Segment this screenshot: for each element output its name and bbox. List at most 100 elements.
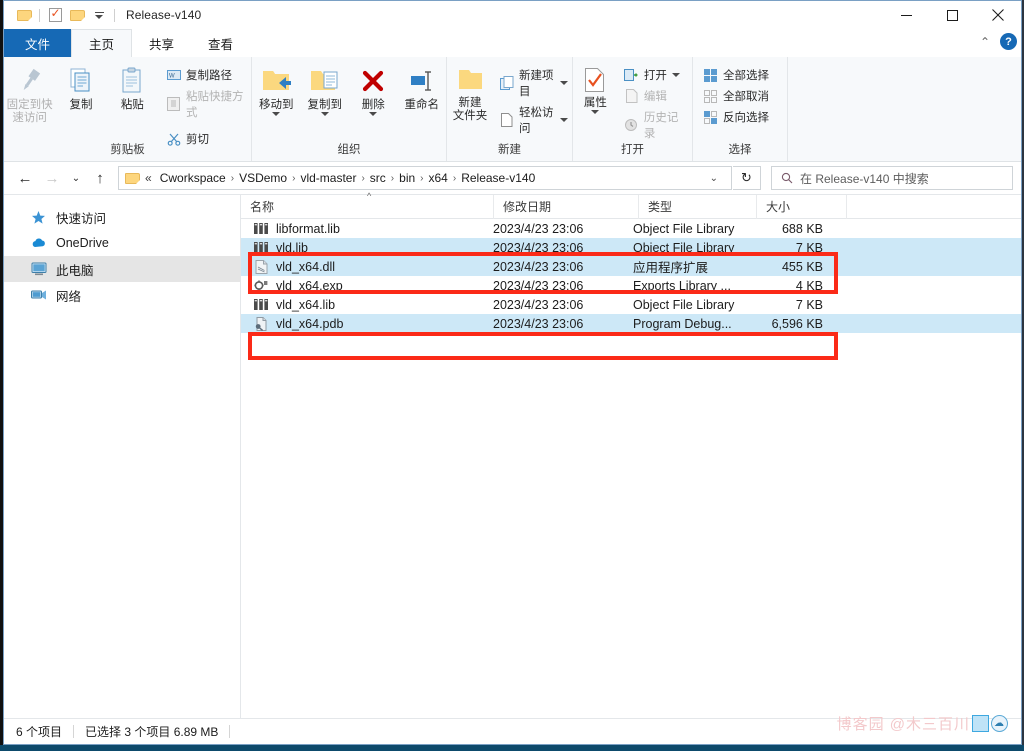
folder-icon[interactable] [13,4,35,26]
file-list-pane: ^ 名称 修改日期 类型 大小 libformat.lib 2023/4/23 … [241,191,1021,718]
up-button[interactable]: ↑ [87,165,113,191]
svg-text:W: W [169,74,175,80]
column-header-date-label: 修改日期 [503,200,552,214]
properties-icon[interactable] [44,4,66,26]
table-row[interactable]: vld.lib 2023/4/23 23:06 Object File Libr… [241,238,1021,257]
recent-locations-button[interactable]: ⌄ [66,165,86,191]
chevron-down-icon[interactable] [591,110,600,114]
sidebar-item-this-pc[interactable]: 此电脑 [4,256,240,282]
sidebar-item-network[interactable]: 网络 [4,282,240,308]
tab-view[interactable]: 查看 [191,29,250,57]
file-size: 688 KB [781,221,823,236]
breadcrumb-item-cworkspace[interactable]: Cworkspace [156,171,230,185]
breadcrumb-item-bin[interactable]: bin [395,171,419,185]
column-header-name[interactable]: ^ 名称 [241,191,494,219]
history-label: 历史记录 [643,112,679,140]
file-date: 2023/4/23 23:06 [493,278,584,293]
edit-button[interactable]: 编辑 [620,87,692,105]
file-name-cell: libformat.lib [241,221,493,237]
sidebar-label: 此电脑 [56,263,94,278]
copy-path-button[interactable]: W 复制路径 [162,66,251,84]
refresh-button[interactable]: ↻ [733,166,761,190]
column-header-size-label: 大小 [766,200,791,214]
close-button[interactable] [975,1,1021,29]
ribbon-filler [788,57,1021,161]
select-none-button[interactable]: 全部取消 [699,87,773,105]
history-button[interactable]: 历史记录 [620,108,692,142]
chevron-down-icon[interactable] [560,118,568,122]
chevron-down-icon[interactable] [560,81,568,85]
select-none-label: 全部取消 [723,91,769,103]
breadcrumb[interactable]: « Cworkspace › VSDemo › vld-master › src… [118,166,732,190]
breadcrumb-overflow[interactable]: « [143,171,156,185]
minimize-button[interactable] [883,1,929,29]
chevron-down-icon[interactable]: ⌄ [703,173,725,184]
search-box[interactable]: 在 Release-v140 中搜索 [771,166,1013,190]
breadcrumb-item-x64[interactable]: x64 [425,171,452,185]
new-folder-button[interactable]: 新建 文件夹 [447,61,493,137]
properties-button[interactable]: 属性 [573,61,618,142]
column-header-type[interactable]: 类型 [639,194,757,219]
group-title-select: 选择 [728,144,752,156]
delete-button[interactable]: 删除 [349,61,398,116]
file-name-cell: vld_x64.dll [241,259,493,275]
window-controls [883,1,1021,29]
table-row[interactable]: vld_x64.dll 2023/4/23 23:06 应用程序扩展 455 K… [241,257,1021,276]
tab-file[interactable]: 文件 [4,29,72,57]
column-header-size[interactable]: 大小 [757,194,847,219]
search-input[interactable]: 在 Release-v140 中搜索 [800,170,929,187]
move-to-button[interactable]: 移动到 [252,61,301,116]
file-type: Object File Library [633,297,735,312]
maximize-button[interactable] [929,1,975,29]
divider [229,725,231,738]
paste-shortcut-button[interactable]: 粘贴快捷方式 [162,87,251,121]
new-item-button[interactable]: 新建项目 [495,66,572,100]
folder-icon [125,172,140,184]
file-type: Exports Library ... [633,278,731,293]
column-header-date[interactable]: 修改日期 [494,194,639,219]
rename-button[interactable]: 重命名 [398,61,447,116]
table-row[interactable]: libformat.lib 2023/4/23 23:06 Object Fil… [241,219,1021,238]
file-name-cell: vld_x64.pdb [241,316,493,332]
file-name: vld.lib [276,240,308,255]
chevron-down-icon[interactable] [272,112,281,116]
open-button[interactable]: 打开 [620,66,692,84]
pin-to-quick-access-button[interactable]: 固定到快 速访问 [4,61,55,148]
chevron-down-icon[interactable] [671,73,680,77]
breadcrumb-item-vsdemo[interactable]: VSDemo [235,171,291,185]
sidebar-item-quick-access[interactable]: 快速访问 [4,204,240,230]
table-row[interactable]: vld_x64.pdb 2023/4/23 23:06 Program Debu… [241,314,1021,333]
sidebar-item-onedrive[interactable]: OneDrive [4,230,240,256]
invert-selection-button[interactable]: 反向选择 [699,108,773,126]
exp-icon [253,278,269,294]
help-button[interactable]: ? [1000,33,1017,50]
customize-caret-icon[interactable] [88,4,110,26]
copy-to-button[interactable]: 复制到 [301,61,350,116]
select-all-button[interactable]: 全部选择 [699,66,773,84]
chevron-down-icon[interactable] [369,112,378,116]
tab-share[interactable]: 共享 [132,29,191,57]
new-folder-icon[interactable] [66,4,88,26]
chevron-down-icon[interactable] [320,112,329,116]
paste-button[interactable]: 粘贴 [107,61,158,148]
breadcrumb-item-release-v140[interactable]: Release-v140 [457,171,539,185]
table-row[interactable]: vld_x64.lib 2023/4/23 23:06 Object File … [241,295,1021,314]
back-button[interactable]: ← [12,165,38,191]
easy-access-button[interactable]: 轻松访问 [495,103,572,137]
delete-icon [363,70,384,92]
properties-label: 属性 [583,97,607,109]
copy-button[interactable]: 复制 [55,61,106,148]
chevron-up-icon[interactable]: ⌃ [980,35,990,49]
file-type: Object File Library [633,240,735,255]
breadcrumb-item-src[interactable]: src [366,171,390,185]
tab-home[interactable]: 主页 [71,29,133,57]
group-row: 属性 打开 编辑 历史记录 [573,61,692,142]
forward-button[interactable]: → [39,165,65,191]
pin-icon [23,68,40,91]
file-name-cell: vld_x64.lib [241,297,493,313]
table-row[interactable]: vld_x64.exp 2023/4/23 23:06 Exports Libr… [241,276,1021,295]
breadcrumb-item-vld-master[interactable]: vld-master [296,171,360,185]
open-small-buttons: 打开 编辑 历史记录 [620,61,692,142]
ribbon-right-controls: ⌃ ? [980,33,1017,50]
edit-label: 编辑 [643,91,667,103]
